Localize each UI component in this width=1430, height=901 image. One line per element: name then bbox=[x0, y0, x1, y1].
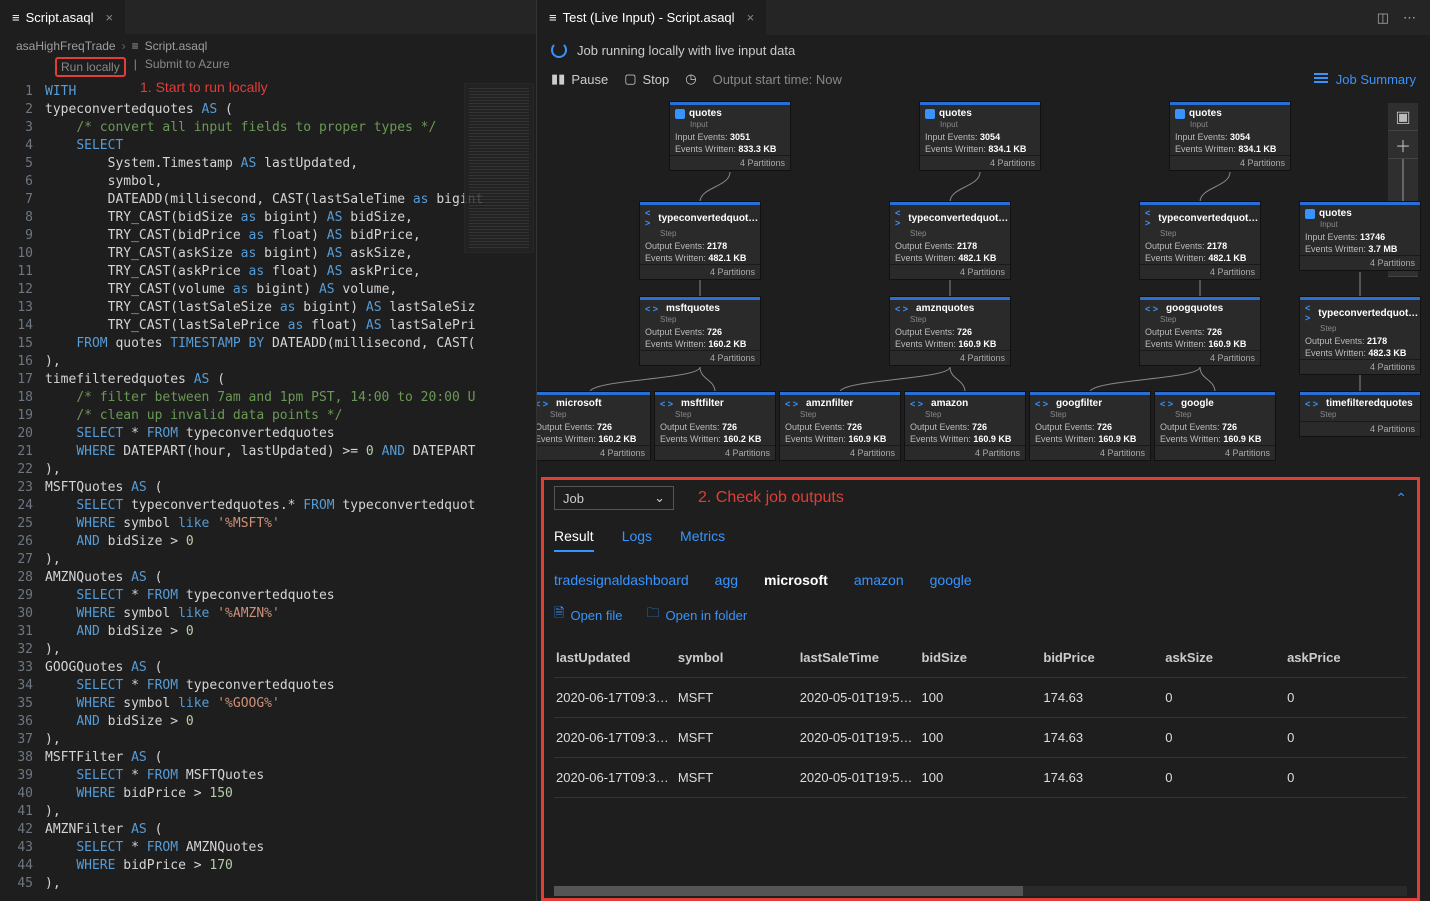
output-time-label: Output start time: Now bbox=[713, 72, 842, 87]
job-diagram[interactable]: ▣ ＋ － quotesInputInput Events: 3051Event… bbox=[537, 97, 1430, 477]
chevron-right-icon: › bbox=[122, 39, 126, 53]
diagram-node-typeconvertedquot[interactable]: typeconvertedquot…StepOutput Events: 217… bbox=[890, 202, 1010, 279]
breadcrumb-file[interactable]: Script.asaql bbox=[145, 39, 208, 53]
spinner-icon bbox=[551, 42, 567, 58]
diagram-node-googfilter[interactable]: googfilterStepOutput Events: 726Events W… bbox=[1030, 392, 1150, 460]
output-tab-amazon[interactable]: amazon bbox=[854, 572, 904, 588]
diagram-node-msftfilter[interactable]: msftfilterStepOutput Events: 726Events W… bbox=[655, 392, 775, 460]
diagram-node-typeconvertedquot[interactable]: typeconvertedquot…StepOutput Events: 217… bbox=[1140, 202, 1260, 279]
diagram-node-amznfilter[interactable]: amznfilterStepOutput Events: 726Events W… bbox=[780, 392, 900, 460]
editor-tabs: ≡ Script.asaql × bbox=[0, 0, 536, 35]
col-askPrice[interactable]: askPrice bbox=[1285, 638, 1407, 678]
close-icon[interactable]: × bbox=[106, 10, 114, 25]
list-icon bbox=[1314, 73, 1328, 85]
output-tab-agg[interactable]: agg bbox=[715, 572, 738, 588]
file-icon: ≡ bbox=[12, 10, 20, 25]
diagram-node-timefilteredquotes[interactable]: timefilteredquotesStep4 Partitions bbox=[1300, 392, 1420, 436]
breadcrumb-project[interactable]: asaHighFreqTrade bbox=[16, 39, 116, 53]
tab-label: Test (Live Input) - Script.asaql bbox=[563, 10, 735, 25]
diagram-node-typeconvertedquot[interactable]: typeconvertedquot…StepOutput Events: 217… bbox=[1300, 297, 1420, 374]
stop-button[interactable]: ▢ Stop bbox=[624, 71, 669, 87]
editor-tab-script[interactable]: ≡ Script.asaql × bbox=[0, 0, 126, 34]
editor-pane: ≡ Script.asaql × asaHighFreqTrade › ≡ Sc… bbox=[0, 0, 537, 901]
submit-azure-link[interactable]: Submit to Azure bbox=[145, 57, 230, 77]
output-time-button[interactable]: ◷ bbox=[685, 71, 696, 87]
folder-icon: 🗀 bbox=[647, 604, 660, 626]
collapse-icon[interactable]: ⌃ bbox=[1395, 490, 1407, 507]
col-bidSize[interactable]: bidSize bbox=[920, 638, 1042, 678]
stop-icon: ▢ bbox=[624, 71, 636, 87]
results-tab[interactable]: ≡ Test (Live Input) - Script.asaql × bbox=[537, 0, 767, 35]
output-tabs: tradesignaldashboard agg microsoft amazon go… bbox=[554, 572, 1407, 588]
col-symbol[interactable]: symbol bbox=[676, 638, 798, 678]
run-locally-link[interactable]: Run locally bbox=[55, 57, 126, 77]
output-tab-microsoft[interactable]: microsoft bbox=[764, 572, 828, 588]
line-gutter: 1234567891011121314151617181920212223242… bbox=[0, 81, 45, 901]
diagram-node-typeconvertedquot[interactable]: typeconvertedquot…StepOutput Events: 217… bbox=[640, 202, 760, 279]
diagram-node-quotes[interactable]: quotesInputInput Events: 3054Events Writ… bbox=[920, 102, 1040, 170]
output-panel: Job ⌄ 2. Check job outputs ⌃ Result Logs M… bbox=[541, 477, 1420, 901]
output-tab-tradesignaldashboard[interactable]: tradesignaldashboard bbox=[554, 572, 689, 588]
diagram-node-amznquotes[interactable]: amznquotesStepOutput Events: 726Events W… bbox=[890, 297, 1010, 365]
pause-button[interactable]: ▮▮ Pause bbox=[551, 71, 608, 87]
job-summary-link[interactable]: Job Summary bbox=[1314, 72, 1416, 87]
diagram-node-quotes[interactable]: quotesInputInput Events: 3054Events Writ… bbox=[1170, 102, 1290, 170]
file-icon: ≡ bbox=[549, 10, 557, 25]
tab-logs[interactable]: Logs bbox=[622, 528, 652, 552]
results-pane: ≡ Test (Live Input) - Script.asaql × ◫ ⋯… bbox=[537, 0, 1430, 901]
zoom-fit-icon[interactable]: ▣ bbox=[1388, 103, 1418, 131]
code-content[interactable]: WITHtypeconvertedquotes AS ( /* convert … bbox=[45, 81, 536, 901]
diagram-node-quotes[interactable]: quotesInputInput Events: 3051Events Writ… bbox=[670, 102, 790, 170]
file-icon: 🗎 bbox=[554, 604, 564, 626]
table-row[interactable]: 2020-06-17T09:3…MSFT2020-05-01T19:5…1001… bbox=[554, 678, 1407, 718]
job-status-bar: Job running locally with live input data bbox=[537, 35, 1430, 65]
table-row[interactable]: 2020-06-17T09:3…MSFT2020-05-01T19:5…1001… bbox=[554, 718, 1407, 758]
job-controls: ▮▮ Pause ▢ Stop ◷ Output start time: Now… bbox=[537, 65, 1430, 97]
close-icon[interactable]: × bbox=[747, 10, 755, 25]
clock-icon: ◷ bbox=[685, 71, 696, 87]
diagram-node-microsoft[interactable]: microsoftStepOutput Events: 726Events Wr… bbox=[537, 392, 650, 460]
open-file-link[interactable]: 🗎 Open file bbox=[554, 604, 623, 626]
diagram-node-amazon[interactable]: amazonStepOutput Events: 726Events Writt… bbox=[905, 392, 1025, 460]
breadcrumb: asaHighFreqTrade › ≡ Script.asaql bbox=[0, 35, 536, 57]
col-lastUpdated[interactable]: lastUpdated bbox=[554, 638, 676, 678]
file-actions: 🗎 Open file 🗀 Open in folder bbox=[554, 604, 1407, 626]
output-tab-google[interactable]: google bbox=[930, 572, 972, 588]
file-icon: ≡ bbox=[132, 39, 139, 53]
annotation-check-outputs: 2. Check job outputs bbox=[698, 489, 844, 507]
diagram-node-googquotes[interactable]: googquotesStepOutput Events: 726Events W… bbox=[1140, 297, 1260, 365]
scrollbar-thumb[interactable] bbox=[554, 886, 1023, 896]
col-askSize[interactable]: askSize bbox=[1163, 638, 1285, 678]
table-row[interactable]: 2020-06-17T09:3…MSFT2020-05-01T19:5…1001… bbox=[554, 758, 1407, 798]
tab-tools: ◫ ⋯ bbox=[1377, 10, 1430, 26]
more-icon[interactable]: ⋯ bbox=[1403, 10, 1416, 26]
tab-result[interactable]: Result bbox=[554, 528, 594, 552]
split-editor-icon[interactable]: ◫ bbox=[1377, 10, 1389, 26]
results-tabs: ≡ Test (Live Input) - Script.asaql × ◫ ⋯ bbox=[537, 0, 1430, 35]
codelens-row: Run locally | Submit to Azure bbox=[0, 57, 536, 81]
chevron-down-icon: ⌄ bbox=[654, 490, 665, 506]
code-editor[interactable]: 1234567891011121314151617181920212223242… bbox=[0, 81, 536, 901]
zoom-in-icon[interactable]: ＋ bbox=[1388, 131, 1418, 159]
pause-icon: ▮▮ bbox=[551, 71, 565, 87]
open-folder-link[interactable]: 🗀 Open in folder bbox=[647, 604, 748, 626]
status-text: Job running locally with live input data bbox=[577, 43, 795, 58]
col-lastSaleTime[interactable]: lastSaleTime bbox=[798, 638, 920, 678]
job-dropdown[interactable]: Job ⌄ bbox=[554, 486, 674, 510]
tab-metrics[interactable]: Metrics bbox=[680, 528, 725, 552]
diagram-node-msftquotes[interactable]: msftquotesStepOutput Events: 726Events W… bbox=[640, 297, 760, 365]
tab-label: Script.asaql bbox=[26, 10, 94, 25]
results-table: lastUpdatedsymbollastSaleTimebidSizebidP… bbox=[554, 638, 1407, 798]
minimap[interactable] bbox=[464, 83, 534, 253]
horizontal-scrollbar[interactable] bbox=[554, 886, 1407, 896]
diagram-node-google[interactable]: googleStepOutput Events: 726Events Writt… bbox=[1155, 392, 1275, 460]
col-bidPrice[interactable]: bidPrice bbox=[1041, 638, 1163, 678]
result-tabs: Result Logs Metrics bbox=[554, 528, 1407, 552]
diagram-node-quotes[interactable]: quotesInputInput Events: 13746Events Wri… bbox=[1300, 202, 1420, 270]
